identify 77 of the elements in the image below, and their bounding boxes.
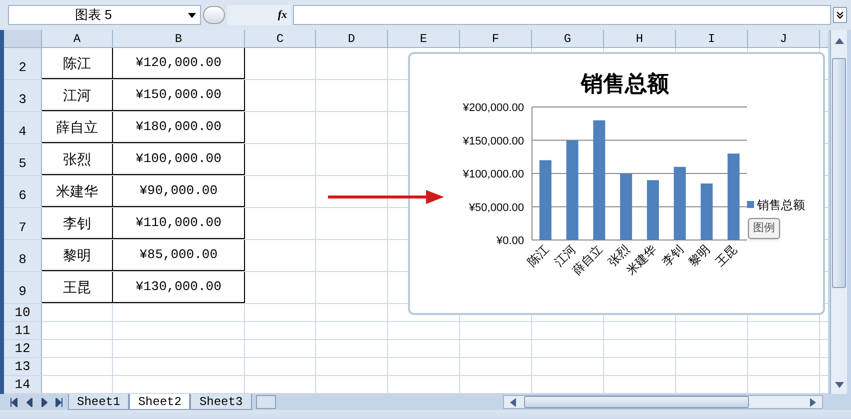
row-header[interactable]: 9 (4, 272, 42, 303)
table-cell: 张烈 (42, 144, 113, 175)
table-cell: 江河 (42, 80, 113, 111)
row-header[interactable]: 2 (4, 48, 42, 79)
insert-function-button[interactable]: fx (227, 5, 291, 25)
splitter-handle-icon[interactable] (203, 6, 225, 24)
axis-category-label: 陈江 (524, 242, 552, 270)
select-all-corner[interactable] (4, 30, 42, 47)
row-header[interactable]: 14 (4, 376, 42, 393)
column-header[interactable]: B (113, 30, 245, 47)
sheet-tab[interactable]: Sheet3 (190, 394, 252, 410)
bar (700, 183, 713, 240)
name-box[interactable]: 图表 5 (8, 5, 201, 25)
scroll-right-arrow-icon (810, 398, 816, 406)
sheet-tab[interactable]: Sheet2 (129, 394, 190, 410)
table-cell: ¥150,000.00 (113, 80, 245, 111)
table-cell: 王昆 (42, 272, 113, 303)
legend-label[interactable]: 销售总额 (757, 198, 805, 212)
column-header[interactable]: I (676, 30, 748, 47)
axis-category-label: 王昆 (712, 242, 740, 270)
axis-tick-label: ¥150,000.00 (462, 135, 524, 148)
scrollbar-thumb[interactable] (524, 396, 749, 408)
row-header[interactable]: 12 (4, 340, 42, 357)
row-header[interactable]: 8 (4, 240, 42, 271)
table-cell: 黎明 (42, 240, 113, 271)
column-header[interactable]: H (604, 30, 676, 47)
horizontal-scrollbar[interactable] (503, 395, 823, 409)
sheet-tab[interactable]: Sheet1 (68, 394, 130, 410)
scrollbar-thumb[interactable] (832, 58, 846, 288)
row-header[interactable]: 4 (4, 112, 42, 143)
row-header[interactable]: 3 (4, 80, 42, 111)
row-header[interactable]: 6 (4, 176, 42, 207)
axis-category-label: 李钊 (659, 242, 686, 270)
table-cell: ¥180,000.00 (113, 112, 245, 143)
column-header[interactable]: D (316, 30, 388, 47)
name-box-value: 图表 5 (75, 6, 112, 24)
legend-swatch-icon (747, 201, 754, 208)
bar (620, 174, 632, 240)
column-header[interactable]: A (42, 30, 113, 47)
expand-formula-bar-button[interactable] (833, 7, 847, 23)
table-cell: ¥100,000.00 (113, 144, 245, 175)
bar (646, 180, 659, 240)
column-header[interactable]: E (388, 30, 460, 47)
scroll-left-arrow-icon (510, 398, 516, 406)
new-sheet-icon[interactable] (256, 395, 276, 409)
scroll-up-arrow-icon (834, 38, 844, 44)
table-cell: 陈江 (42, 48, 113, 79)
row-header[interactable]: 13 (4, 358, 42, 375)
table-cell: 米建华 (42, 176, 113, 207)
chart-area[interactable]: 销售总额 ¥0.00 ¥50,000.00 ¥100,000.00 ¥150,000.00 ¥200,000.00 陈江 江河 薛自立 张烈 米建华 李钊 黎明 王昆 销售总额 图例 (408, 52, 825, 315)
scroll-down-arrow-icon (834, 382, 844, 388)
tooltip: 图例 (748, 218, 780, 238)
axis-category-label: 黎明 (686, 242, 713, 270)
vertical-scrollbar[interactable] (830, 30, 847, 394)
axis-tick-label: ¥200,000.00 (462, 102, 524, 114)
column-header[interactable]: G (532, 30, 604, 47)
table-cell: ¥120,000.00 (113, 48, 245, 79)
table-cell: ¥130,000.00 (113, 272, 245, 303)
table-cell: ¥85,000.00 (113, 240, 245, 271)
row-header[interactable]: 5 (4, 144, 42, 175)
table-cell: 李钊 (42, 208, 113, 239)
chart-title: 销售总额 (581, 71, 669, 96)
column-header[interactable]: C (245, 30, 316, 47)
table-cell: 薛自立 (42, 112, 113, 143)
table-cell: ¥110,000.00 (113, 208, 245, 239)
axis-tick-label: ¥0.00 (496, 235, 524, 247)
row-header[interactable]: 10 (4, 304, 42, 321)
axis-tick-label: ¥50,000.00 (468, 202, 524, 214)
axis-tick-label: ¥100,000.00 (462, 168, 524, 180)
table-cell: ¥90,000.00 (113, 176, 245, 207)
dropdown-caret-icon[interactable] (188, 12, 196, 18)
formula-input-field[interactable] (293, 5, 831, 25)
column-header[interactable]: J (748, 30, 820, 47)
row-header[interactable]: 11 (4, 322, 42, 339)
column-header[interactable]: F (460, 30, 532, 47)
row-header[interactable]: 7 (4, 208, 42, 239)
double-chevron-down-icon (836, 11, 844, 19)
